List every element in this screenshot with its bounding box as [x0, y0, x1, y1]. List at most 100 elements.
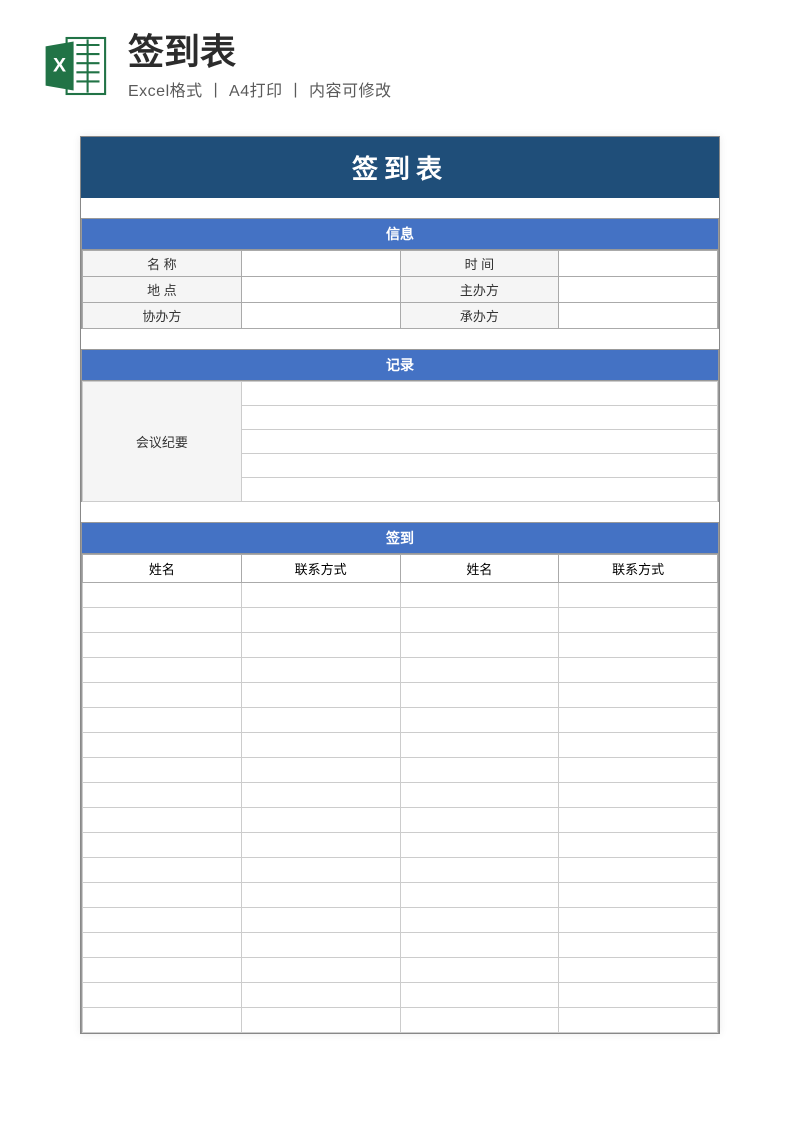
signin-cell [241, 1008, 400, 1033]
spacer [81, 502, 719, 522]
signin-cell [559, 883, 718, 908]
signin-cell [241, 833, 400, 858]
signin-row [83, 733, 718, 758]
record-table: 会议纪要 [82, 381, 718, 502]
record-line [241, 430, 717, 454]
signin-column-header: 姓名 [83, 555, 242, 583]
signin-cell [241, 683, 400, 708]
signin-cell [400, 708, 559, 733]
signin-cell [241, 983, 400, 1008]
signin-cell [241, 908, 400, 933]
signin-cell [559, 958, 718, 983]
signin-cell [559, 583, 718, 608]
signin-cell [559, 708, 718, 733]
spacer [81, 329, 719, 349]
signin-cell [559, 1008, 718, 1033]
signin-cell [83, 658, 242, 683]
signin-cell [83, 783, 242, 808]
signin-cell [241, 883, 400, 908]
signin-cell [400, 733, 559, 758]
signin-cell [83, 633, 242, 658]
signin-cell [559, 658, 718, 683]
signin-cell [241, 583, 400, 608]
info-row: 协办方承办方 [83, 303, 718, 329]
signin-cell [83, 708, 242, 733]
svg-text:X: X [53, 54, 66, 76]
signin-row [83, 583, 718, 608]
page-title: 签到表 [128, 30, 760, 73]
signin-row [83, 908, 718, 933]
info-label: 名 称 [83, 251, 242, 277]
signin-cell [400, 783, 559, 808]
signin-row [83, 833, 718, 858]
signin-row [83, 983, 718, 1008]
signin-cell [241, 858, 400, 883]
signin-cell [83, 808, 242, 833]
record-section: 记录 会议纪要 [81, 349, 719, 502]
signin-header-row: 姓名联系方式姓名联系方式 [83, 555, 718, 583]
signin-cell [241, 658, 400, 683]
signin-cell [83, 983, 242, 1008]
excel-icon: X [40, 31, 110, 101]
signin-row [83, 658, 718, 683]
record-line [241, 478, 717, 502]
signin-row [83, 783, 718, 808]
record-row: 会议纪要 [83, 382, 718, 406]
signin-cell [559, 758, 718, 783]
signin-cell [83, 608, 242, 633]
signin-cell [241, 933, 400, 958]
signin-row [83, 958, 718, 983]
info-row: 地 点 主办方 [83, 277, 718, 303]
signin-cell [559, 908, 718, 933]
info-label: 地 点 [83, 277, 242, 303]
header-text: 签到表 Excel格式 丨 A4打印 丨 内容可修改 [128, 30, 760, 101]
sign-in-sheet: 签到表 信息 名 称时 间地 点 主办方协办方承办方 记录 会议纪要 签到 姓名联… [80, 136, 720, 1034]
info-label: 协办方 [83, 303, 242, 329]
signin-cell [83, 583, 242, 608]
page-subtitle: Excel格式 丨 A4打印 丨 内容可修改 [128, 77, 760, 101]
sheet-title: 签到表 [81, 137, 719, 198]
info-value [559, 277, 718, 303]
info-value [241, 303, 400, 329]
signin-cell [400, 883, 559, 908]
signin-cell [83, 883, 242, 908]
record-section-header: 记录 [82, 349, 718, 381]
signin-cell [83, 933, 242, 958]
signin-cell [400, 908, 559, 933]
signin-column-header: 姓名 [400, 555, 559, 583]
signin-cell [400, 633, 559, 658]
signin-cell [83, 858, 242, 883]
page-header: X 签到表 Excel格式 丨 A4打印 丨 内容可修改 [0, 0, 800, 116]
info-section-header: 信息 [82, 218, 718, 250]
signin-cell [83, 733, 242, 758]
signin-cell [400, 833, 559, 858]
sheet-container: 签到表 信息 名 称时 间地 点 主办方协办方承办方 记录 会议纪要 签到 姓名联… [0, 116, 800, 1074]
signin-cell [559, 733, 718, 758]
info-value [559, 251, 718, 277]
info-table: 名 称时 间地 点 主办方协办方承办方 [82, 250, 718, 329]
signin-cell [83, 833, 242, 858]
signin-section-header: 签到 [82, 522, 718, 554]
record-line [241, 454, 717, 478]
info-label: 主办方 [400, 277, 559, 303]
signin-cell [400, 983, 559, 1008]
signin-cell [400, 858, 559, 883]
signin-cell [83, 908, 242, 933]
info-row: 名 称时 间 [83, 251, 718, 277]
signin-cell [559, 933, 718, 958]
signin-cell [241, 733, 400, 758]
signin-cell [559, 833, 718, 858]
signin-row [83, 858, 718, 883]
signin-cell [241, 708, 400, 733]
signin-cell [559, 783, 718, 808]
info-value [559, 303, 718, 329]
signin-row [83, 758, 718, 783]
signin-cell [83, 758, 242, 783]
signin-cell [559, 808, 718, 833]
signin-row [83, 1008, 718, 1033]
signin-cell [83, 958, 242, 983]
spacer [81, 198, 719, 218]
signin-cell [400, 808, 559, 833]
info-value [241, 251, 400, 277]
signin-cell [241, 958, 400, 983]
